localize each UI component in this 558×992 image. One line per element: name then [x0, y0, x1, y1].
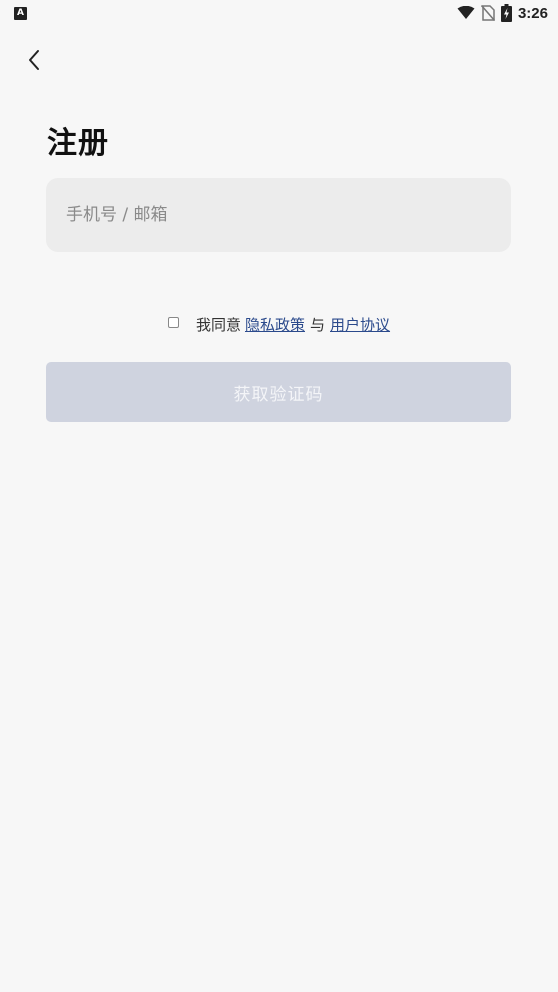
back-button[interactable]	[18, 44, 50, 76]
agreement-row: 我同意 隐私政策 与 用户协议	[0, 312, 558, 336]
user-agreement-link[interactable]: 用户协议	[330, 314, 390, 335]
battery-charging-icon	[500, 4, 512, 22]
status-time: 3:26	[517, 4, 548, 22]
agree-connector-text: 与	[310, 315, 326, 334]
page-title: 注册	[47, 126, 109, 161]
status-bar: A 3:26	[0, 0, 558, 30]
status-icons: 3:26	[457, 4, 548, 22]
chevron-left-icon	[29, 50, 39, 70]
app-notification-icon: A	[14, 7, 27, 20]
no-sim-icon	[480, 5, 495, 21]
agree-checkbox[interactable]	[167, 316, 179, 328]
phone-email-input[interactable]	[46, 178, 511, 252]
get-verification-code-button[interactable]: 获取验证码	[46, 362, 511, 422]
wifi-icon	[457, 6, 475, 19]
agree-prefix-text: 我同意	[195, 315, 241, 334]
privacy-policy-link[interactable]: 隐私政策	[245, 314, 305, 335]
